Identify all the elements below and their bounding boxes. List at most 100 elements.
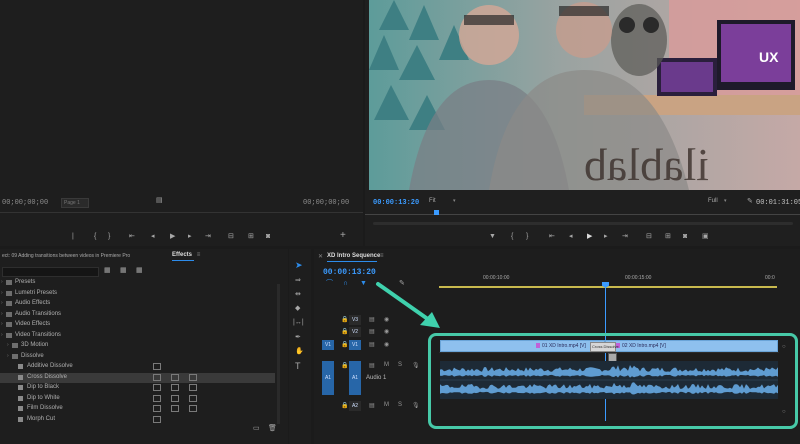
program-play-icon[interactable]: ▶ [587,233,592,241]
work-area-bar[interactable] [439,286,777,288]
eye-icon[interactable]: ◉ [384,341,389,348]
mute-icon[interactable]: M [384,362,389,368]
source-mark-out-icon[interactable]: { [94,233,96,241]
razor-tool-icon[interactable]: ◆ [295,305,300,313]
lock-icon[interactable]: 🔒 [341,328,348,335]
source-bracket-icon[interactable]: } [108,233,110,241]
program-lift-icon[interactable]: ⊟ [646,233,652,241]
sync-lock-icon[interactable]: ▤ [369,402,375,409]
delete-icon[interactable]: 🗑 [268,425,277,433]
track-target-a2[interactable]: A2 [349,401,361,411]
program-step-back-icon[interactable]: ◂ [569,233,573,241]
track-header-v1[interactable]: V1 V1 🔒 ▤ ◉ [314,340,436,351]
source-settings-icon[interactable]: ▤ [156,197,163,205]
solo-icon[interactable]: S [398,362,402,368]
source-go-in-icon[interactable]: ⇤ [129,233,135,241]
selection-tool-icon[interactable]: ➤ [295,261,303,270]
effects-folder[interactable]: › Audio Effects [0,299,275,309]
new-bin-icon[interactable]: ▭ [253,425,260,433]
program-go-in-icon[interactable]: ⇤ [549,233,555,241]
program-quality-select[interactable]: Full ▾ [708,198,730,207]
source-mark-in-icon[interactable]: | [72,233,74,241]
accelerated-effects-icon[interactable]: ▦ [104,267,111,275]
program-settings-wrench-icon[interactable]: ✎ [747,198,753,206]
source-go-out-icon[interactable]: ⇥ [205,233,211,241]
source-patch-v1[interactable]: V1 [322,340,334,350]
track-select-tool-icon[interactable]: ⇒ [295,277,301,285]
sequence-tab[interactable]: XD Intro Sequence [327,253,380,259]
track-header-a1[interactable]: A1 A1 🔒 ▤ M S 🎙 Audio 1 [314,361,436,397]
program-step-forward-icon[interactable]: ▸ [604,233,608,241]
track-target-v2[interactable]: V2 [349,327,361,337]
effects-folder[interactable]: › Dissolve [0,352,275,362]
effects-scrollbar[interactable] [277,284,280,424]
program-mark-in-icon[interactable]: { [511,233,513,241]
effects-folder[interactable]: › Audio Transitions [0,310,275,320]
lock-icon[interactable]: 🔒 [341,402,348,409]
effects-folder[interactable]: › Presets [0,278,275,288]
expand-chevron-icon[interactable]: › [7,342,9,348]
effects-item[interactable]: Morph Cut [0,415,275,425]
type-tool-icon[interactable]: T [295,362,301,371]
expand-chevron-icon[interactable]: › [7,353,9,359]
track-header-a2[interactable]: A2 🔒 ▤ M S 🎙 [314,401,436,412]
effects-item[interactable]: Film Dissolve [0,404,275,414]
sync-lock-icon[interactable]: ▤ [369,362,375,369]
effects-tab-menu-icon[interactable]: ≡ [197,252,201,258]
expand-chevron-icon[interactable]: › [1,321,3,327]
snap-icon[interactable]: ⌒ [326,280,333,288]
solo-icon[interactable]: S [398,402,402,408]
timeline-close-icon[interactable]: ✕ [318,253,323,260]
effects-item[interactable]: Dip to Black [0,383,275,393]
track-target-v3[interactable]: V3 [349,315,361,325]
effects-folder[interactable]: › Video Effects [0,320,275,330]
sync-lock-icon[interactable]: ▤ [369,341,375,348]
32bit-effects-icon[interactable]: ▦ [120,267,127,275]
program-go-out-icon[interactable]: ⇥ [622,233,628,241]
program-compare-icon[interactable]: ▣ [702,233,709,241]
effects-folder[interactable]: › Lumetri Presets [0,289,275,299]
expand-chevron-icon[interactable]: › [1,332,3,338]
yuv-effects-icon[interactable]: ▦ [136,267,143,275]
source-insert-icon[interactable]: ⊟ [228,233,234,241]
mic-icon[interactable]: 🎙 [412,402,420,409]
effects-item[interactable]: Cross Dissolve [0,372,275,383]
expand-chevron-icon[interactable]: › [1,279,3,285]
effects-folder[interactable]: › 3D Motion [0,341,275,351]
time-ruler[interactable]: 00:00:10:00 00:00:15:00 00:0 [439,272,779,288]
ripple-edit-tool-icon[interactable]: ⇹ [295,291,301,299]
expand-chevron-icon[interactable]: › [1,300,3,306]
lock-icon[interactable]: 🔒 [341,341,348,348]
program-scrubber[interactable] [365,214,800,215]
track-target-v1[interactable]: V1 [349,340,361,350]
effects-tab[interactable]: Effects ≡ [172,252,200,258]
program-fit-select[interactable]: Fit ▾ [429,198,461,207]
sequence-tab-menu-icon[interactable]: ≡ [380,253,384,259]
program-playhead-marker[interactable] [434,210,439,215]
pen-tool-icon[interactable]: ✒ [295,334,301,342]
mic-icon[interactable]: 🎙 [412,362,420,369]
track-target-a1[interactable]: A1 [349,361,361,395]
expand-chevron-icon[interactable]: › [1,311,3,317]
slip-tool-icon[interactable]: |↔| [293,319,304,327]
add-marker-icon[interactable]: ▼ [360,280,367,288]
effects-search-input[interactable] [2,267,99,277]
hand-tool-icon[interactable]: ✋ [295,348,304,356]
expand-chevron-icon[interactable]: › [1,290,3,296]
effects-folder[interactable]: › Video Transitions [0,331,275,341]
mute-icon[interactable]: M [384,402,389,408]
program-zoom-bar[interactable] [373,222,793,225]
source-overwrite-icon[interactable]: ⊞ [248,233,254,241]
lock-icon[interactable]: 🔒 [341,362,348,369]
project-panel-title[interactable]: ect: 09 Adding transitions between video… [2,253,157,259]
lock-icon[interactable]: 🔒 [341,316,348,323]
source-page-select[interactable]: Page 1 [61,198,89,208]
linked-selection-icon[interactable]: ∩ [343,280,348,288]
source-step-back-icon[interactable]: ◂ [151,233,155,241]
program-mark-out-icon[interactable]: } [526,233,528,241]
source-camera-icon[interactable]: ◙ [266,233,270,241]
source-play-icon[interactable]: ▶ [170,233,175,241]
effects-item[interactable]: Additive Dissolve [0,362,275,372]
source-patch-a1[interactable]: A1 [322,361,334,395]
source-add-button-icon[interactable]: + [340,231,346,241]
